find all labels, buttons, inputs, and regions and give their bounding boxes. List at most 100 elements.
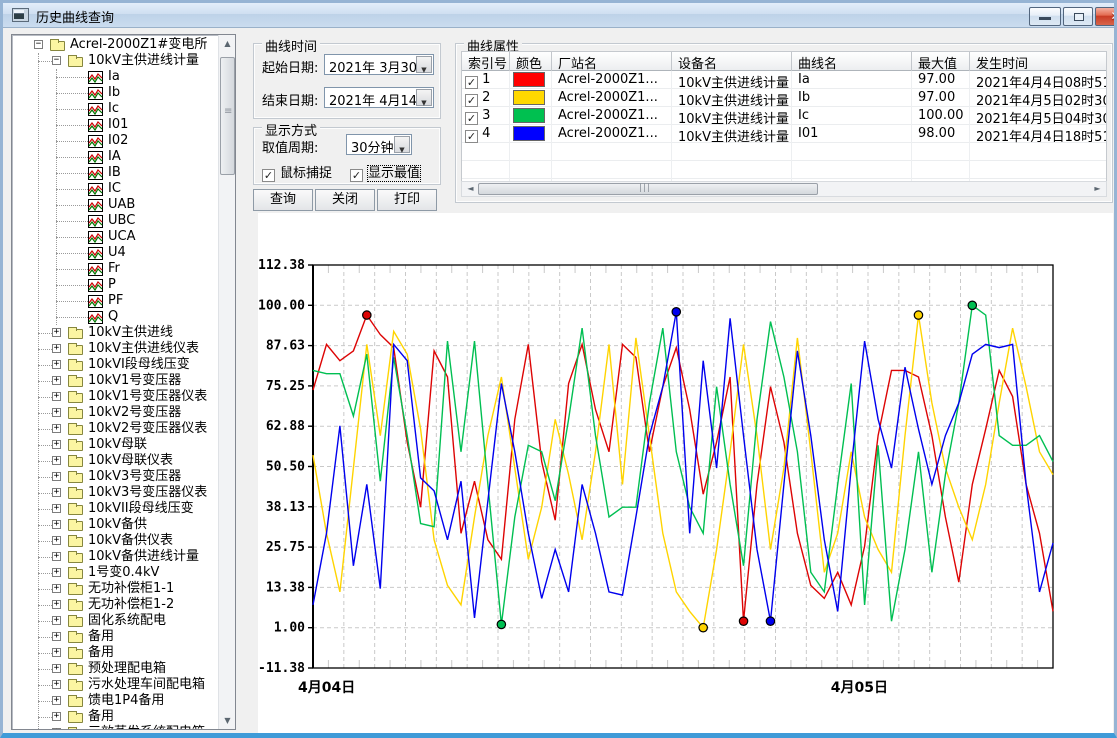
close-button[interactable]: ✕	[1095, 7, 1117, 26]
table-row[interactable]: ✓ 4Acrel-2000Z1...10kV主供进线计量I0198.002021…	[462, 125, 1107, 143]
tree-item[interactable]: +10kV母联	[12, 437, 218, 453]
mouse-capture-checkbox[interactable]: ✓鼠标捕捉	[262, 162, 332, 182]
query-button[interactable]: 查询	[253, 189, 313, 211]
restore-button[interactable]	[1063, 7, 1093, 26]
expand-icon[interactable]: +	[52, 616, 61, 625]
expand-icon[interactable]: +	[52, 344, 61, 353]
table-row[interactable]: ✓ 2Acrel-2000Z1...10kV主供进线计量Ib97.002021年…	[462, 89, 1107, 107]
expand-icon[interactable]: +	[52, 520, 61, 529]
table-horizontal-scrollbar[interactable]: ◄ ►	[461, 181, 1107, 197]
expand-icon[interactable]: +	[52, 632, 61, 641]
tree-item[interactable]: PF	[12, 293, 218, 309]
tree-item[interactable]: +无功补偿柜1-2	[12, 597, 218, 613]
row-checkbox-cell[interactable]: ✓ 1	[462, 71, 510, 89]
tree-item[interactable]: +三效蒸发系统配电箱	[12, 725, 218, 729]
tree-item[interactable]: Ib	[12, 85, 218, 101]
row-checkbox[interactable]: ✓	[465, 130, 478, 143]
scroll-left-arrow[interactable]: ◄	[462, 182, 479, 196]
tree-item[interactable]: +10kV主供进线	[12, 325, 218, 341]
tree-item[interactable]: IA	[12, 149, 218, 165]
expand-icon[interactable]: +	[52, 504, 61, 513]
chevron-down-icon[interactable]: ▼	[394, 136, 410, 153]
tree-item[interactable]: +馈电1P4备用	[12, 693, 218, 709]
tree-item[interactable]: +预处理配电箱	[12, 661, 218, 677]
table-row[interactable]: ✓ 1Acrel-2000Z1...10kV主供进线计量Ia97.002021年…	[462, 71, 1107, 89]
scroll-right-arrow[interactable]: ►	[1089, 182, 1106, 196]
tree-item[interactable]: P	[12, 277, 218, 293]
chevron-down-icon[interactable]: ▼	[416, 89, 432, 106]
expand-icon[interactable]: +	[52, 696, 61, 705]
tree-item[interactable]: +10kV母联仪表	[12, 453, 218, 469]
tree-item[interactable]: +10kV1号变压器仪表	[12, 389, 218, 405]
expand-icon[interactable]: +	[52, 488, 61, 497]
tree-item[interactable]: +10kV主供进线仪表	[12, 341, 218, 357]
title-bar[interactable]: 历史曲线查询 ✕	[3, 3, 1114, 28]
expand-icon[interactable]: +	[52, 664, 61, 673]
tree-item[interactable]: +备用	[12, 645, 218, 661]
tree-item[interactable]: +污水处理车间配电箱	[12, 677, 218, 693]
tree-item[interactable]: Fr	[12, 261, 218, 277]
period-combo[interactable]: 30分钟 ▼	[346, 134, 412, 155]
expand-icon[interactable]: +	[52, 680, 61, 689]
close-dialog-button[interactable]: 关闭	[315, 189, 375, 211]
tree-item[interactable]: +无功补偿柜1-1	[12, 581, 218, 597]
print-button[interactable]: 打印	[377, 189, 437, 211]
collapse-icon[interactable]: −	[52, 56, 61, 65]
row-checkbox[interactable]: ✓	[465, 94, 478, 107]
tree-item[interactable]: −Acrel-2000Z1#变电所	[12, 37, 218, 53]
expand-icon[interactable]: +	[52, 648, 61, 657]
expand-icon[interactable]: +	[52, 600, 61, 609]
collapse-icon[interactable]: −	[34, 40, 43, 49]
column-header[interactable]: 曲线名	[792, 52, 912, 71]
tree-item[interactable]: +10kV2号变压器仪表	[12, 421, 218, 437]
expand-icon[interactable]: +	[52, 728, 61, 729]
tree-item[interactable]: +10kVI段母线压变	[12, 357, 218, 373]
tree-item[interactable]: U4	[12, 245, 218, 261]
tree-item[interactable]: +10kV2号变压器	[12, 405, 218, 421]
expand-icon[interactable]: +	[52, 424, 61, 433]
column-header[interactable]: 发生时间	[970, 52, 1107, 71]
column-header[interactable]: 最大值	[912, 52, 970, 71]
expand-icon[interactable]: +	[52, 568, 61, 577]
expand-icon[interactable]: +	[52, 408, 61, 417]
tree-item[interactable]: +1号变0.4kV	[12, 565, 218, 581]
tree-item[interactable]: +10kV备供	[12, 517, 218, 533]
expand-icon[interactable]: +	[52, 456, 61, 465]
column-header[interactable]: 索引号	[462, 52, 510, 71]
scroll-down-arrow[interactable]: ▼	[219, 712, 236, 729]
column-header[interactable]: 颜色	[510, 52, 552, 71]
tree-item[interactable]: I01	[12, 117, 218, 133]
minimize-button[interactable]	[1029, 7, 1061, 26]
tree-vertical-scrollbar[interactable]: ▲ ▼	[218, 35, 235, 729]
tree-item[interactable]: +10kVII段母线压变	[12, 501, 218, 517]
column-header[interactable]: 厂站名	[552, 52, 672, 71]
column-header[interactable]: 设备名	[672, 52, 792, 71]
tree-item[interactable]: +10kV备供仪表	[12, 533, 218, 549]
scroll-up-arrow[interactable]: ▲	[219, 35, 236, 52]
expand-icon[interactable]: +	[52, 376, 61, 385]
history-curve-chart[interactable]: 112.38100.0087.6375.2562.8850.5038.1325.…	[258, 213, 1113, 733]
tree-item[interactable]: UBC	[12, 213, 218, 229]
expand-icon[interactable]: +	[52, 360, 61, 369]
row-checkbox-cell[interactable]: ✓ 2	[462, 89, 510, 107]
tree-item[interactable]: +10kV1号变压器	[12, 373, 218, 389]
tree-item[interactable]: IC	[12, 181, 218, 197]
table-row[interactable]: ✓ 3Acrel-2000Z1...10kV主供进线计量Ic100.002021…	[462, 107, 1107, 125]
tree-scrollbar-thumb[interactable]	[220, 57, 235, 175]
row-checkbox[interactable]: ✓	[465, 76, 478, 89]
start-date-combo[interactable]: 2021年 3月30 ▼	[324, 54, 434, 75]
expand-icon[interactable]: +	[52, 536, 61, 545]
tree-item[interactable]: I02	[12, 133, 218, 149]
tree-item[interactable]: UCA	[12, 229, 218, 245]
row-checkbox[interactable]: ✓	[465, 112, 478, 125]
expand-icon[interactable]: +	[52, 440, 61, 449]
tree-item[interactable]: +固化系统配电	[12, 613, 218, 629]
tree-item[interactable]: −10kV主供进线计量	[12, 53, 218, 69]
row-checkbox-cell[interactable]: ✓ 3	[462, 107, 510, 125]
end-date-combo[interactable]: 2021年 4月14 ▼	[324, 87, 434, 108]
tree-item[interactable]: +10kV备供进线计量	[12, 549, 218, 565]
tree-item[interactable]: +10kV3号变压器仪表	[12, 485, 218, 501]
expand-icon[interactable]: +	[52, 328, 61, 337]
expand-icon[interactable]: +	[52, 712, 61, 721]
chevron-down-icon[interactable]: ▼	[416, 56, 432, 73]
